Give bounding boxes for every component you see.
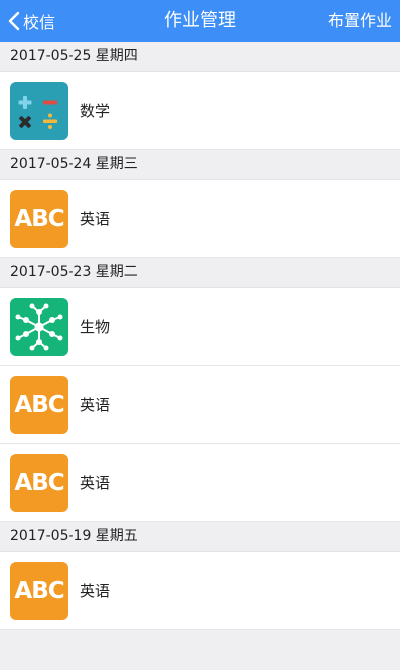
subject-label: 英语 bbox=[80, 210, 111, 228]
abc-icon-text: ABC bbox=[14, 577, 64, 604]
list-item[interactable]: 生物 bbox=[0, 288, 400, 366]
back-button[interactable]: 校信 bbox=[8, 0, 55, 42]
math-icon bbox=[10, 81, 68, 140]
back-label: 校信 bbox=[23, 13, 56, 32]
abc-icon-text: ABC bbox=[14, 391, 64, 418]
list-item[interactable]: ABC 英语 bbox=[0, 366, 400, 444]
homework-list: 2017-05-25 星期四 数学 2017-05-24 星期三 ABC 英语 … bbox=[0, 42, 400, 670]
list-item[interactable]: 数学 bbox=[0, 72, 400, 150]
list-item[interactable]: ABC 英语 bbox=[0, 444, 400, 522]
abc-icon: ABC bbox=[10, 189, 68, 248]
abc-icon-text: ABC bbox=[14, 469, 64, 496]
assign-homework-button[interactable]: 布置作业 bbox=[328, 0, 392, 42]
subject-label: 数学 bbox=[80, 102, 111, 120]
list-item[interactable]: ABC 英语 bbox=[0, 180, 400, 258]
abc-icon-text: ABC bbox=[14, 205, 64, 232]
date-header: 2017-05-24 星期三 bbox=[0, 150, 400, 180]
abc-icon: ABC bbox=[10, 453, 68, 512]
molecule-icon bbox=[10, 297, 68, 356]
chevron-left-icon bbox=[8, 11, 20, 31]
list-bottom-spacer bbox=[0, 630, 400, 670]
subject-label: 英语 bbox=[80, 582, 111, 600]
list-item[interactable]: ABC 英语 bbox=[0, 552, 400, 630]
subject-label: 英语 bbox=[80, 474, 111, 492]
date-header: 2017-05-25 星期四 bbox=[0, 42, 400, 72]
navigation-bar: 校信 作业管理 布置作业 bbox=[0, 0, 400, 42]
abc-icon: ABC bbox=[10, 561, 68, 620]
date-header: 2017-05-19 星期五 bbox=[0, 522, 400, 552]
subject-label: 生物 bbox=[80, 318, 111, 336]
subject-label: 英语 bbox=[80, 396, 111, 414]
date-header: 2017-05-23 星期二 bbox=[0, 258, 400, 288]
abc-icon: ABC bbox=[10, 375, 68, 434]
